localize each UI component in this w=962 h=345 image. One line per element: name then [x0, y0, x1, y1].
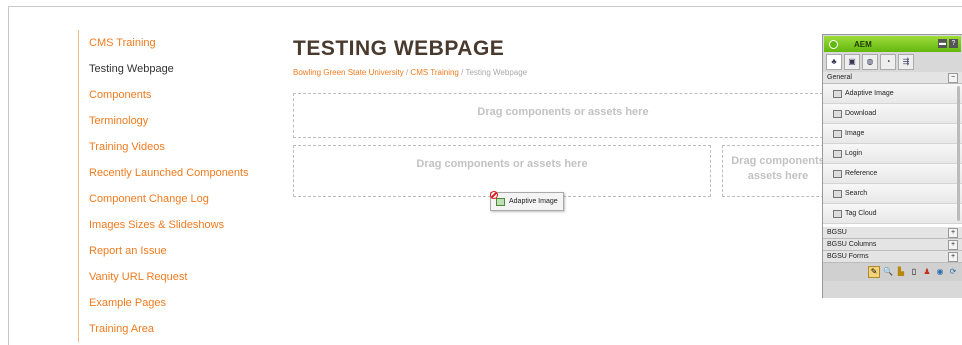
expand-section-icon[interactable]: +	[948, 252, 958, 262]
preview-icon[interactable]: 🔍	[883, 267, 893, 277]
section-bgsu[interactable]: BGSU +	[823, 227, 962, 239]
nav-item-testing-webpage[interactable]: Testing Webpage	[78, 56, 258, 82]
component-list: Adaptive Image Download Image Login Refe…	[823, 84, 962, 227]
sidekick-header[interactable]: AEM ▬ ?	[824, 36, 961, 52]
tab-workflow-icon[interactable]: ⇶	[898, 54, 914, 70]
component-label: Search	[845, 190, 868, 197]
nav-item-recently-launched[interactable]: Recently Launched Components	[78, 160, 258, 186]
dropzone-label: assets here	[747, 170, 809, 182]
component-image[interactable]: Image	[823, 124, 962, 144]
section-label: General	[827, 74, 852, 81]
breadcrumb-item-current: Testing Webpage	[465, 68, 528, 77]
component-list-scrollbar[interactable]	[957, 86, 960, 221]
nav-item-vanity-url[interactable]: Vanity URL Request	[78, 264, 258, 290]
section-label: BGSU Forms	[827, 253, 869, 260]
website-icon[interactable]: ◉	[935, 267, 945, 277]
image-icon	[833, 129, 842, 138]
sidekick-footer: ✎ 🔍 ▙ ▯ ♟ ◉ ⟳	[823, 263, 962, 281]
reference-icon	[833, 169, 842, 178]
nav-item-example-pages[interactable]: Example Pages	[78, 290, 258, 316]
sidekick-tabs: ♣ ▣ ◍ ◔ ⇶	[826, 54, 959, 70]
tag-cloud-icon	[833, 209, 842, 218]
not-allowed-icon	[490, 191, 498, 199]
component-label: Image	[845, 130, 865, 137]
dropzone-label: Drag components or assets here	[477, 106, 649, 118]
component-login[interactable]: Login	[823, 144, 962, 164]
tab-versioning-icon[interactable]: ◔	[880, 54, 896, 70]
page-title: TESTING WEBPAGE	[293, 37, 505, 60]
component-download[interactable]: Download	[823, 104, 962, 124]
collapse-icon[interactable]: ▬	[938, 39, 947, 48]
component-groups: BGSU + BGSU Columns + BGSU Forms +	[823, 227, 962, 263]
dropzone-label: Drag components	[731, 155, 825, 167]
client-context-icon[interactable]: ♟	[922, 267, 932, 277]
breadcrumb-separator: /	[405, 68, 409, 77]
left-navigation: CMS Training Testing Webpage Components …	[78, 30, 258, 342]
aem-sidekick: AEM ▬ ? ♣ ▣ ◍ ◔ ⇶ General − Adaptive Ima…	[822, 34, 962, 298]
component-label: Reference	[845, 170, 878, 177]
help-icon[interactable]: ?	[949, 39, 958, 48]
page-properties-icon[interactable]: ▯	[909, 267, 919, 277]
breadcrumb: Bowling Green State University / CMS Tra…	[293, 68, 527, 77]
dropzone-top[interactable]: Drag components or assets here	[293, 93, 833, 138]
breadcrumb-item-cms-training[interactable]: CMS Training	[410, 68, 458, 77]
component-label: Tag Cloud	[845, 210, 877, 217]
component-adaptive-image[interactable]: Adaptive Image	[823, 84, 962, 104]
tab-page-icon[interactable]: ▣	[844, 54, 860, 70]
section-general[interactable]: General −	[823, 72, 962, 84]
expand-section-icon[interactable]: +	[948, 228, 958, 238]
breadcrumb-separator: /	[461, 68, 464, 77]
nav-item-image-sizes[interactable]: Images Sizes & Slideshows	[78, 212, 258, 238]
nav-item-training-videos[interactable]: Training Videos	[78, 134, 258, 160]
section-label: BGSU	[827, 229, 847, 236]
tab-components-icon[interactable]: ♣	[826, 54, 842, 70]
section-bgsu-forms[interactable]: BGSU Forms +	[823, 251, 962, 263]
download-icon	[833, 109, 842, 118]
dropzone-label: Drag components or assets here	[416, 158, 588, 170]
login-icon	[833, 149, 842, 158]
breadcrumb-item-bgsu[interactable]: Bowling Green State University	[293, 68, 404, 77]
component-label: Login	[845, 150, 863, 157]
search-icon	[833, 189, 842, 198]
nav-item-training-area[interactable]: Training Area	[78, 316, 258, 342]
component-tag-cloud[interactable]: Tag Cloud	[823, 204, 962, 224]
tab-lock-icon[interactable]: ◍	[862, 54, 878, 70]
image-icon	[496, 197, 505, 206]
dragged-component-label: Adaptive Image	[509, 198, 558, 205]
nav-item-components[interactable]: Components	[78, 82, 258, 108]
dropzone-right-column[interactable]: Drag components assets here	[722, 145, 834, 197]
dragged-component[interactable]: Adaptive Image	[490, 192, 564, 211]
expand-section-icon[interactable]: +	[948, 240, 958, 250]
nav-item-cms-training[interactable]: CMS Training	[78, 30, 258, 56]
component-search[interactable]: Search	[823, 184, 962, 204]
section-label: BGSU Columns	[827, 241, 877, 248]
nav-item-report-issue[interactable]: Report an Issue	[78, 238, 258, 264]
edit-mode-icon[interactable]: ✎	[868, 266, 880, 278]
nav-item-change-log[interactable]: Component Change Log	[78, 186, 258, 212]
collapse-section-icon[interactable]: −	[948, 73, 958, 83]
design-mode-icon[interactable]: ▙	[896, 267, 906, 277]
section-bgsu-columns[interactable]: BGSU Columns +	[823, 239, 962, 251]
refresh-icon[interactable]: ⟳	[948, 267, 958, 277]
image-icon	[833, 89, 842, 98]
sidekick-title: AEM	[854, 39, 872, 49]
component-label: Adaptive Image	[845, 90, 894, 97]
component-reference[interactable]: Reference	[823, 164, 962, 184]
dropzone-left-column[interactable]: Drag components or assets here	[293, 145, 711, 197]
aem-logo-icon	[829, 39, 838, 49]
nav-item-terminology[interactable]: Terminology	[78, 108, 258, 134]
component-label: Download	[845, 110, 877, 117]
